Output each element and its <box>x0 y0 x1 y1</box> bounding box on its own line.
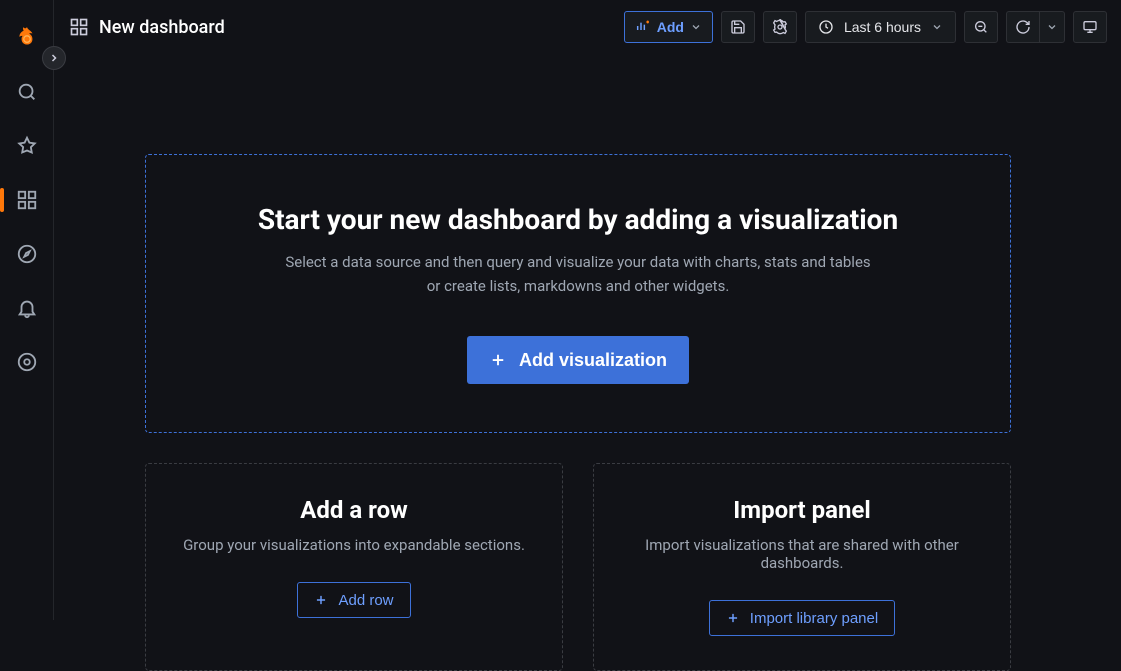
sidebar <box>0 0 54 620</box>
clock-icon <box>818 19 834 35</box>
add-visualization-button[interactable]: Add visualization <box>467 336 689 384</box>
card-body: Import visualizations that are shared wi… <box>622 536 982 572</box>
sidebar-explore[interactable] <box>3 230 51 278</box>
sidebar-alerting[interactable] <box>3 284 51 332</box>
chevron-down-icon <box>931 21 943 33</box>
add-label: Add <box>657 19 684 35</box>
bar-chart-plus-icon <box>635 18 651 37</box>
plus-icon <box>314 593 328 607</box>
time-range-button[interactable]: Last 6 hours <box>805 11 956 43</box>
expand-sidebar-button[interactable] <box>42 46 66 70</box>
time-range-label: Last 6 hours <box>844 19 921 35</box>
card-add-row: Add a row Group your visualizations into… <box>145 463 563 671</box>
zoom-out-icon <box>973 19 989 35</box>
cta-label: Add visualization <box>519 350 667 371</box>
hero-title: Start your new dashboard by adding a vis… <box>258 203 898 236</box>
sidebar-starred[interactable] <box>3 122 51 170</box>
add-panel-button[interactable]: Add <box>624 11 713 43</box>
import-library-panel-button[interactable]: Import library panel <box>709 600 895 636</box>
hero-body: Select a data source and then query and … <box>285 250 870 298</box>
save-button[interactable] <box>721 11 755 43</box>
monitor-icon <box>1082 19 1098 35</box>
chevron-down-icon <box>690 21 702 33</box>
page-title[interactable]: New dashboard <box>99 17 225 38</box>
dashboards-icon <box>69 17 89 37</box>
hero-add-visualization: Start your new dashboard by adding a vis… <box>145 154 1011 433</box>
card-import-panel: Import panel Import visualizations that … <box>593 463 1011 671</box>
topbar: New dashboard Add Last 6 hours <box>55 0 1121 54</box>
chevron-down-icon <box>1046 21 1058 33</box>
main: Start your new dashboard by adding a vis… <box>55 54 1121 620</box>
card-title: Add a row <box>300 496 408 524</box>
sidebar-connections[interactable] <box>3 338 51 386</box>
zoom-out-button[interactable] <box>964 11 998 43</box>
settings-button[interactable] <box>763 11 797 43</box>
refresh-group <box>1006 11 1065 43</box>
kiosk-button[interactable] <box>1073 11 1107 43</box>
sidebar-dashboards[interactable] <box>3 176 51 224</box>
button-label: Import library panel <box>750 610 878 627</box>
refresh-button[interactable] <box>1006 11 1039 43</box>
add-row-button[interactable]: Add row <box>297 582 410 618</box>
save-icon <box>730 19 746 35</box>
plus-icon <box>489 351 507 369</box>
card-title: Import panel <box>733 496 870 524</box>
card-body: Group your visualizations into expandabl… <box>183 536 525 554</box>
refresh-icon <box>1015 19 1031 35</box>
refresh-interval-button[interactable] <box>1039 11 1065 43</box>
plus-icon <box>726 611 740 625</box>
sidebar-search[interactable] <box>3 68 51 116</box>
gear-icon <box>772 19 788 35</box>
button-label: Add row <box>338 592 393 609</box>
